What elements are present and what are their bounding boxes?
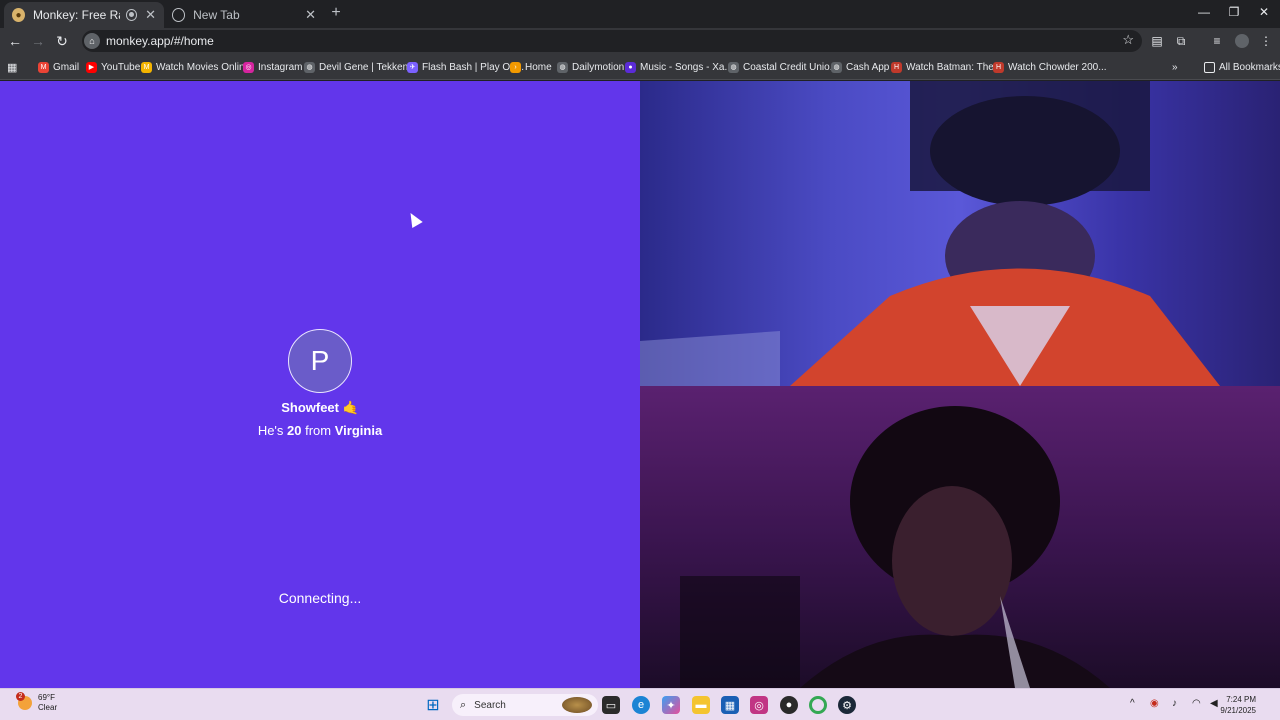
close-tab-icon[interactable]: ✕ <box>305 7 316 23</box>
restore-icon[interactable]: ❐ <box>1224 5 1244 19</box>
wifi-icon[interactable]: ◠ <box>1192 698 1201 709</box>
globe-icon: ◍ <box>557 61 568 73</box>
tab-title: Monkey: Free Random Vide <box>32 8 120 22</box>
task-view-icon[interactable]: ▭ <box>602 696 620 714</box>
partner-username: Showfeet 🤙 <box>281 400 359 415</box>
hulu-icon: H <box>993 61 1004 73</box>
tray-app-icon[interactable]: ◉ <box>1150 698 1159 709</box>
bookmarks-bar: ▦ M Gmail ▶ YouTube M Watch Movies Onlin...… <box>0 54 1280 80</box>
minimize-icon[interactable]: — <box>1194 5 1214 19</box>
weather-temp: 69°F <box>38 693 55 702</box>
bookmark-dailymotion[interactable]: ◍ Dailymotion <box>557 60 624 74</box>
profile-avatar-icon[interactable] <box>1235 34 1249 48</box>
page-content: P Showfeet 🤙 He's 20 from Virginia Conne… <box>0 81 1280 688</box>
bookmark-devil-gene[interactable]: ◍ Devil Gene | Tekken... <box>304 60 416 74</box>
microsoft-store-icon[interactable]: ▦ <box>721 696 739 714</box>
tab-strip: ● Monkey: Free Random Vide ✕ New Tab ✕ +… <box>0 0 1280 28</box>
media-controls-icon[interactable]: ≡ <box>1210 34 1224 48</box>
volume-icon[interactable]: ◀ <box>1210 698 1218 709</box>
avatar: P <box>288 329 352 393</box>
bookmark-star-icon[interactable]: ☆ <box>1122 32 1134 48</box>
bookmark-music[interactable]: ● Music - Songs - Xa... <box>625 60 733 74</box>
instagram-icon: ◎ <box>243 61 254 73</box>
tab-title: New Tab <box>193 8 240 22</box>
hulu-icon: H <box>891 61 902 73</box>
bookmark-coastal-credit[interactable]: ◍ Coastal Credit Unio... <box>728 60 838 74</box>
home-bookmark-icon: › <box>510 61 521 73</box>
notification-badge: 2 <box>16 692 25 701</box>
address-bar[interactable]: ⌂ monkey.app/#/home ☆ <box>82 30 1142 52</box>
copilot-icon[interactable]: ✦ <box>662 696 680 714</box>
site-info-icon[interactable]: ⌂ <box>84 33 100 49</box>
clock-time: 7:24 PM <box>1226 695 1256 704</box>
extensions-icon[interactable]: ⧉ <box>1174 34 1188 48</box>
bookmark-watch-batman[interactable]: H Watch Batman: The... <box>891 60 1002 74</box>
taskbar-clock[interactable]: 7:24 PM 9/21/2025 <box>1220 694 1256 716</box>
weather-desc: Clear <box>38 703 58 712</box>
steam-icon[interactable]: ⚙ <box>838 696 856 714</box>
self-video-image <box>680 406 1110 688</box>
bookmark-flash-bash[interactable]: ✈ Flash Bash | Play On... <box>407 60 524 74</box>
url-text: monkey.app/#/home <box>106 34 214 48</box>
windows-start-icon[interactable]: ⊞ <box>424 696 442 714</box>
gmail-icon: M <box>38 61 49 73</box>
clock-date: 9/21/2025 <box>1220 706 1256 715</box>
chrome-icon <box>172 8 186 22</box>
app-icon[interactable]: ● <box>780 696 798 714</box>
windows-taskbar: 2 69°F Clear ⊞ ⌕ Search ▭ e ✦ ▬ ▦ ◎ ● ⚙ … <box>0 688 1280 720</box>
apps-grid-icon[interactable]: ▦ <box>7 60 17 74</box>
remote-video-feed <box>640 81 1280 386</box>
connection-status: Connecting... <box>278 590 362 606</box>
tab-new-tab[interactable]: New Tab ✕ <box>164 2 324 28</box>
more-bookmarks-icon[interactable]: » <box>1172 60 1178 74</box>
youtube-icon: ▶ <box>86 61 97 73</box>
reload-icon[interactable]: ↻ <box>54 33 70 49</box>
bookmark-watch-movies[interactable]: M Watch Movies Onlin... <box>141 60 253 74</box>
search-icon: ⌕ <box>460 698 467 711</box>
search-highlight-icon <box>562 697 592 713</box>
monkey-favicon-icon: ● <box>12 8 25 22</box>
self-video-feed <box>640 386 1280 688</box>
music-icon: ● <box>625 61 636 73</box>
bookmark-gmail[interactable]: M Gmail <box>38 60 79 74</box>
show-hidden-icons-icon[interactable]: ^ <box>1130 698 1135 709</box>
bookmark-instagram[interactable]: ◎ Instagram <box>243 60 302 74</box>
partner-info-panel: P Showfeet 🤙 He's 20 from Virginia Conne… <box>0 81 640 688</box>
globe-icon: ◍ <box>304 61 315 73</box>
recording-icon <box>125 9 138 21</box>
chrome-taskbar-icon[interactable] <box>809 696 827 714</box>
file-explorer-icon[interactable]: ▬ <box>692 696 710 714</box>
back-icon[interactable]: ← <box>7 33 23 49</box>
reading-mode-icon[interactable]: ▤ <box>1150 34 1164 48</box>
globe-icon: ◍ <box>831 61 842 73</box>
globe-icon: ◍ <box>728 61 739 73</box>
bookmark-cash-app[interactable]: ◍ Cash App <box>831 60 889 74</box>
browser-toolbar: ← → ↻ ⌂ monkey.app/#/home ☆ ▤ ⧉ ≡ ⋮ <box>0 28 1280 54</box>
weather-widget[interactable]: 2 69°F Clear <box>16 692 58 713</box>
movies-icon: M <box>141 61 152 73</box>
close-window-icon[interactable]: ✕ <box>1254 5 1274 19</box>
edge-icon[interactable]: e <box>632 696 650 714</box>
folder-icon <box>1204 61 1215 73</box>
bookmark-home[interactable]: › Home <box>510 60 552 74</box>
weather-sun-icon: 2 <box>16 692 32 710</box>
instagram-app-icon[interactable]: ◎ <box>750 696 768 714</box>
bookmark-youtube[interactable]: ▶ YouTube <box>86 60 140 74</box>
menu-kebab-icon[interactable]: ⋮ <box>1259 34 1273 48</box>
tab-monkey[interactable]: ● Monkey: Free Random Vide ✕ <box>4 2 164 28</box>
partner-info: He's 20 from Virginia <box>257 423 383 438</box>
new-tab-button[interactable]: + <box>328 5 344 21</box>
flash-bash-icon: ✈ <box>407 61 418 73</box>
bookmark-watch-chowder[interactable]: H Watch Chowder 200... <box>993 60 1107 74</box>
microphone-icon[interactable]: ♪ <box>1172 698 1177 709</box>
remote-video-image <box>640 81 1220 386</box>
taskbar-search[interactable]: ⌕ Search <box>452 694 598 716</box>
close-tab-icon[interactable]: ✕ <box>145 7 156 23</box>
forward-icon[interactable]: → <box>30 33 46 49</box>
all-bookmarks-button[interactable]: All Bookmarks <box>1204 60 1280 74</box>
